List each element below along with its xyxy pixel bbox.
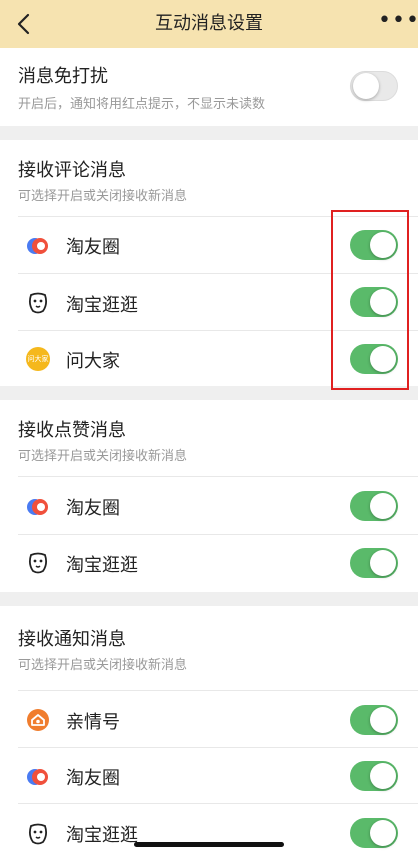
taoyouquan-icon [27,499,48,515]
guangguang-icon [28,292,48,314]
guangguang-icon [28,552,48,574]
highlight-box [331,210,409,390]
likes-subtitle: 可选择开启或关闭接收新消息 [18,449,188,464]
toggle-knob [370,820,396,846]
guangguang-like-toggle[interactable] [350,548,398,578]
item-label: 淘宝逛逛 [66,295,138,316]
taoyouquan-icon [27,769,48,785]
nav-bar: 互动消息设置 ••• [0,0,418,48]
taoyouquan-icon [27,238,48,254]
likes-section: 接收点赞消息 可选择开启或关闭接收新消息 淘友圈 淘宝逛逛 [0,400,418,592]
divider [18,803,418,804]
toggle-knob [370,550,396,576]
page-title: 互动消息设置 [155,13,263,34]
item-label: 淘友圈 [66,768,120,789]
divider [18,747,418,748]
divider [18,690,418,691]
item-label: 淘宝逛逛 [66,555,138,576]
guangguang-notify-toggle[interactable] [350,818,398,848]
dnd-toggle[interactable] [350,71,398,101]
dnd-section: 消息免打扰 开启后，通知将用红点提示，不显示未读数 [0,48,418,126]
notify-subtitle: 可选择开启或关闭接收新消息 [18,658,188,673]
comments-subtitle: 可选择开启或关闭接收新消息 [18,189,188,204]
notify-section: 接收通知消息 可选择开启或关闭接收新消息 亲情号 淘友圈 淘宝逛逛 [0,606,418,852]
divider [18,534,418,535]
qinqinghao-icon [27,709,49,731]
item-label: 淘友圈 [66,498,120,519]
toggle-knob [370,493,396,519]
toggle-knob [370,763,396,789]
toggle-knob [353,73,379,99]
wendajia-icon: 问大家 [26,347,50,371]
likes-title: 接收点赞消息 [18,420,126,441]
taoyouquan-like-toggle[interactable] [350,491,398,521]
more-options-icon[interactable]: ••• [378,10,418,34]
divider [18,476,418,477]
dnd-title: 消息免打扰 [18,66,108,87]
item-label: 淘宝逛逛 [66,825,138,846]
guangguang-icon [28,823,48,845]
taoyouquan-notify-toggle[interactable] [350,761,398,791]
notify-title: 接收通知消息 [18,629,126,650]
comments-title: 接收评论消息 [18,160,126,181]
toggle-knob [370,707,396,733]
item-label: 亲情号 [66,712,120,733]
item-label: 问大家 [66,351,120,372]
item-label: 淘友圈 [66,237,120,258]
home-indicator[interactable] [134,842,284,847]
qinqinghao-notify-toggle[interactable] [350,705,398,735]
dnd-subtitle: 开启后，通知将用红点提示，不显示未读数 [18,97,266,112]
